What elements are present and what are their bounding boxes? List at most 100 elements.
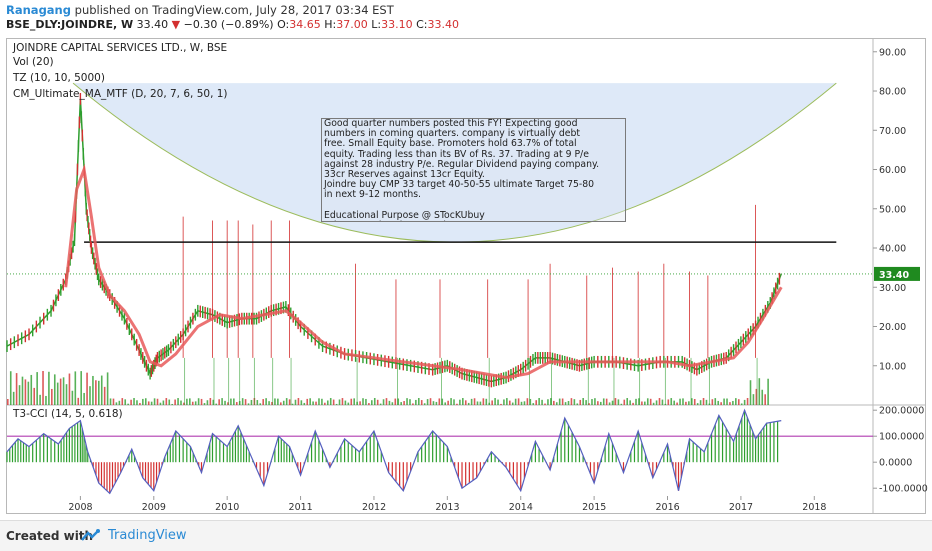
volume-bar [124, 399, 127, 405]
volume-bar [732, 400, 734, 405]
volume-bar [159, 402, 162, 405]
legend-ma[interactable]: CM_Ultimate_MA_MTF (D, 20, 7, 6, 50, 1) [13, 88, 228, 100]
volume-bar [30, 374, 33, 405]
volume-bar [415, 399, 417, 405]
volume-bar [447, 400, 449, 405]
volume-bar [42, 371, 44, 405]
volume-bar [438, 398, 441, 405]
legend-cci[interactable]: T3-CCI (14, 5, 0.618) [13, 408, 123, 420]
volume-bar [180, 400, 182, 405]
tradingview-brand[interactable]: TradingView [108, 528, 187, 543]
volume-bar [538, 398, 540, 405]
volume-bar [332, 399, 335, 405]
volume-bar [309, 398, 311, 405]
volume-bar [523, 401, 526, 405]
time-tick-label: 2017 [729, 502, 753, 513]
time-tick-label: 2009 [142, 502, 166, 513]
volume-bar [506, 398, 508, 405]
volume-bar [341, 398, 344, 405]
volume-bar [74, 371, 77, 405]
price-tick-label: 20.00 [879, 322, 906, 333]
volume-bar [623, 399, 626, 405]
legend-tz[interactable]: TZ (10, 10, 5000) [13, 72, 105, 84]
volume-bar [462, 398, 464, 405]
last-price-badge-label: 33.40 [879, 270, 909, 281]
volume-bar [329, 398, 332, 405]
volume-bar [347, 402, 350, 405]
volume-bar [7, 399, 9, 405]
volume-bar [9, 371, 12, 405]
volume-bar [250, 399, 253, 405]
volume-bar [705, 399, 708, 405]
volume-bar [485, 398, 488, 405]
volume-bar [582, 398, 584, 405]
volume-bar [235, 402, 238, 405]
volume-bar [59, 378, 62, 405]
volume-bar [318, 398, 320, 405]
volume-bar [682, 398, 684, 405]
legend-title: JOINDRE CAPITAL SERVICES LTD., W, BSE [13, 42, 228, 54]
price-tick-label: 30.00 [879, 283, 906, 294]
volume-bar [470, 398, 473, 405]
volume-bar [558, 398, 561, 405]
volume-bar [726, 398, 728, 405]
volume-bar [106, 372, 109, 405]
volume-bar [168, 399, 171, 405]
volume-bar [136, 400, 138, 405]
volume-bar [262, 399, 264, 405]
legend-volume[interactable]: Vol (20) [13, 56, 54, 68]
volume-bar [535, 400, 538, 405]
volume-bar [412, 403, 414, 405]
volume-bar [203, 403, 206, 405]
volume-bar [324, 402, 326, 405]
price-tick-label: 50.00 [879, 204, 906, 215]
volume-bar [646, 398, 649, 405]
volume-bar [95, 380, 97, 405]
volume-bar [312, 401, 314, 405]
volume-bar [614, 398, 617, 405]
volume-bar [617, 399, 620, 405]
volume-bar [244, 399, 247, 405]
cci-tick-label: 200.0000 [879, 406, 924, 417]
volume-bar [503, 399, 505, 405]
volume-bar [479, 401, 482, 405]
volume-bar [749, 380, 752, 405]
volume-bar [277, 398, 279, 405]
volume-bar [632, 402, 634, 405]
volume-bar [130, 399, 132, 405]
cci-line[interactable] [6, 408, 782, 495]
volume-bar [717, 400, 720, 405]
volume-bar [259, 403, 262, 405]
volume-bar [403, 401, 405, 405]
volume-bar [371, 400, 373, 405]
volume-bar [118, 400, 121, 405]
time-tick-label: 2008 [68, 502, 92, 513]
volume-bar [39, 394, 41, 405]
footer: Created with TradingView [0, 520, 932, 551]
volume-bar [673, 400, 675, 405]
volume-bar [186, 398, 188, 405]
volume-bar [570, 398, 573, 405]
volume-bar [464, 400, 467, 405]
volume-bar [526, 398, 529, 405]
volume-bar [394, 398, 397, 405]
volume-bar [720, 402, 722, 405]
volume-bar [306, 398, 309, 405]
volume-bar [391, 402, 394, 405]
volume-bar [620, 403, 623, 405]
volume-bar [321, 398, 323, 405]
volume-bar [382, 399, 385, 405]
volume-bar [514, 398, 517, 405]
volume-bar [200, 398, 203, 405]
volume-bar [685, 401, 687, 405]
volume-bar [300, 400, 303, 405]
volume-bar [285, 398, 288, 405]
volume-bar [288, 399, 291, 405]
volume-bar [297, 398, 300, 405]
volume-bar [467, 402, 470, 405]
chart-canvas[interactable]: 10.00 20.00 30.00 40.00 50.00 60.00 70.00 80.00… [0, 0, 932, 550]
volume-bar [482, 398, 485, 405]
volume-bar [165, 398, 168, 405]
volume-bar [215, 403, 218, 405]
volume-bar [459, 399, 461, 405]
